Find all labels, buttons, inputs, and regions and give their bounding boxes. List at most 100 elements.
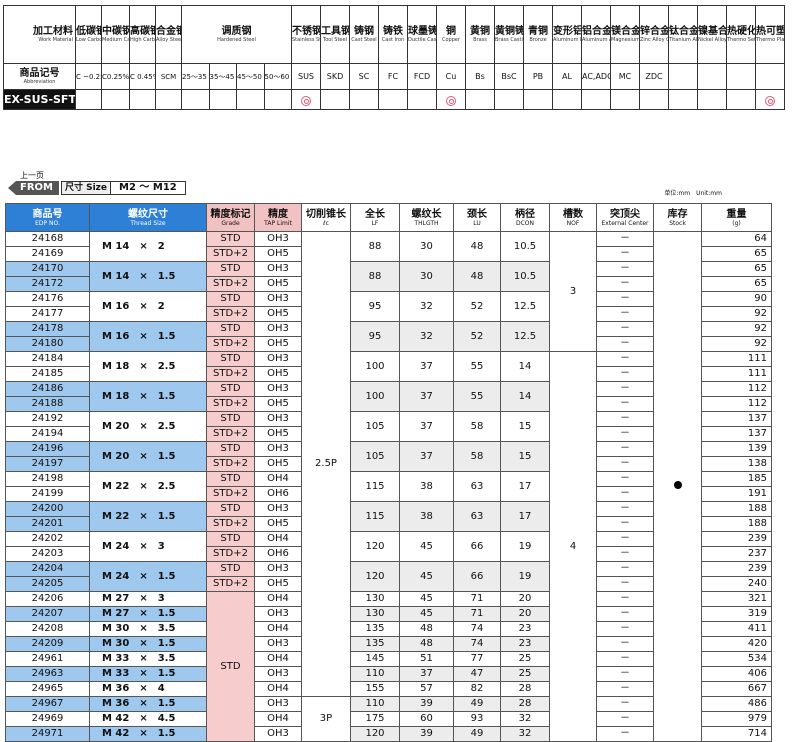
tap-limit: OH5 — [254, 336, 302, 352]
external-center: － — [596, 516, 654, 532]
thread-size: M 16 × 1.5 — [89, 321, 207, 352]
weight: 139 — [701, 441, 772, 457]
column-header-cn: 柄径 — [515, 208, 535, 220]
neck-length: 52 — [453, 291, 501, 322]
flute-count: 4 — [549, 351, 597, 742]
tap-limit: OH3 — [254, 636, 302, 652]
overall-length: 175 — [350, 711, 400, 727]
shank-diameter: 12.5 — [500, 291, 550, 322]
grade: STD+2 — [206, 546, 255, 562]
edp-number: 24206 — [5, 591, 90, 607]
recommended-circle-icon — [446, 95, 456, 106]
tap-limit: OH4 — [254, 531, 302, 547]
material-name-cn: 镁合金铸件 — [611, 26, 639, 37]
tap-limit: OH4 — [254, 651, 302, 667]
edp-number: 24188 — [5, 396, 90, 412]
weight: 65 — [701, 276, 772, 292]
neck-length: 71 — [453, 591, 501, 607]
material-suitability — [639, 89, 669, 110]
material-name-en: Stainless Steel — [292, 37, 320, 43]
thread-length: 37 — [399, 351, 454, 382]
material-col-header: 合金钢Alloy Steel — [155, 5, 182, 64]
overall-length: 135 — [350, 636, 400, 652]
thread-length: 38 — [399, 471, 454, 502]
shank-diameter: 25 — [500, 651, 550, 667]
external-center: － — [596, 351, 654, 367]
thread-size: M 18 × 2.5 — [89, 351, 207, 382]
shank-diameter: 15 — [500, 411, 550, 442]
grade: STD — [206, 381, 255, 397]
thread-size: M 33 × 3.5 — [89, 651, 207, 667]
previous-page-label[interactable]: 上一页 — [20, 170, 44, 181]
material-abbr: SUS — [291, 63, 321, 90]
weight: 90 — [701, 291, 772, 307]
edp-number: 24204 — [5, 561, 90, 577]
shank-diameter: 12.5 — [500, 321, 550, 352]
edp-number: 24197 — [5, 456, 90, 472]
material-name-cn: 铸钢 — [354, 26, 374, 37]
material-name-en: Brass Casting — [495, 37, 523, 43]
hardened-steel-header: 调质钢 Hardened Steel — [181, 5, 292, 64]
material-name-en: Cast Iron — [381, 37, 405, 43]
table-row: 24168 M 14 × 2 STD OH3 2.5P 88 30 48 10.5 3 － 64 — [5, 231, 772, 742]
material-name-en: Ductile Cast Iron — [408, 37, 437, 43]
edp-number: 24186 — [5, 381, 90, 397]
tap-limit: OH3 — [254, 351, 302, 367]
material-abbr: Bs — [465, 63, 495, 90]
thread-size: M 27 × 1.5 — [89, 606, 207, 622]
material-col-header: 低碳钢软钢Low Carbon Steel Mild Steel — [75, 5, 102, 64]
column-header-cn: 精度标记 — [210, 208, 251, 220]
material-name-cn: 工具钢 — [321, 26, 350, 37]
column-header-cn: 全长 — [365, 208, 385, 220]
column-header-cn: 重量 — [726, 208, 747, 220]
column-header-cn: 精度 — [268, 208, 288, 220]
tap-limit: OH4 — [254, 711, 302, 727]
external-center: － — [596, 246, 654, 262]
thread-length: 30 — [399, 231, 454, 262]
material-abbr: C0.25% ~0.45% — [101, 63, 130, 90]
thread-size: M 18 × 1.5 — [89, 381, 207, 412]
material-col-header: 铸钢 Cast Steel — [349, 5, 379, 64]
column-header: 颈长 LU — [453, 203, 501, 232]
column-header: 商品号 EDP NO. — [5, 203, 90, 232]
material-col-header: 球墨铸铁Ductile Cast Iron — [407, 5, 437, 64]
column-header-cn: 切削锥长 — [306, 208, 346, 220]
shank-diameter: 23 — [500, 621, 550, 637]
tap-limit: OH5 — [254, 426, 302, 442]
material-suitability — [755, 89, 785, 110]
edp-number: 24971 — [5, 726, 90, 742]
column-header-cn: 商品号 — [32, 208, 63, 220]
material-abbr: FC — [378, 63, 408, 90]
external-center: － — [596, 411, 654, 427]
tap-limit: OH3 — [254, 501, 302, 517]
overall-length: 105 — [350, 411, 400, 442]
external-center: － — [596, 561, 654, 577]
thread-size: M 14 × 1.5 — [89, 261, 207, 292]
overall-length: 135 — [350, 621, 400, 637]
stock-cell — [653, 231, 702, 742]
material-suitability — [581, 89, 611, 110]
neck-length: 66 — [453, 561, 501, 592]
material-name-cn: 低碳钢软钢 — [76, 26, 101, 37]
material-name-cn: 钛合金 — [669, 26, 698, 37]
size-range-bar: FROM 尺寸 Size M2 ～ M12 — [8, 181, 186, 195]
material-name-en: Thermo Setting Plastic — [727, 37, 756, 43]
column-header: 槽数 NOF — [549, 203, 597, 232]
column-header-cn: 库存 — [667, 208, 688, 220]
column-header-cn: 螺纹尺寸 — [128, 208, 168, 220]
abbreviation-header-cell: 商品记号 Abbreviation — [3, 63, 76, 90]
neck-length: 58 — [453, 441, 501, 472]
tap-limit: OH3 — [254, 321, 302, 337]
edp-number: 24196 — [5, 441, 90, 457]
material-name-cn: 铜 — [446, 26, 456, 37]
weight: 112 — [701, 381, 772, 397]
material-name-cn: 球墨铸铁 — [408, 26, 436, 37]
tap-limit: OH5 — [254, 306, 302, 322]
grade: STD+2 — [206, 486, 255, 502]
overall-length: 105 — [350, 441, 400, 472]
tap-limit: OH3 — [254, 666, 302, 682]
overall-length: 88 — [350, 231, 400, 262]
thread-size: M 14 × 2 — [89, 231, 207, 262]
edp-number: 24172 — [5, 276, 90, 292]
from-tag: FROM — [8, 181, 59, 195]
